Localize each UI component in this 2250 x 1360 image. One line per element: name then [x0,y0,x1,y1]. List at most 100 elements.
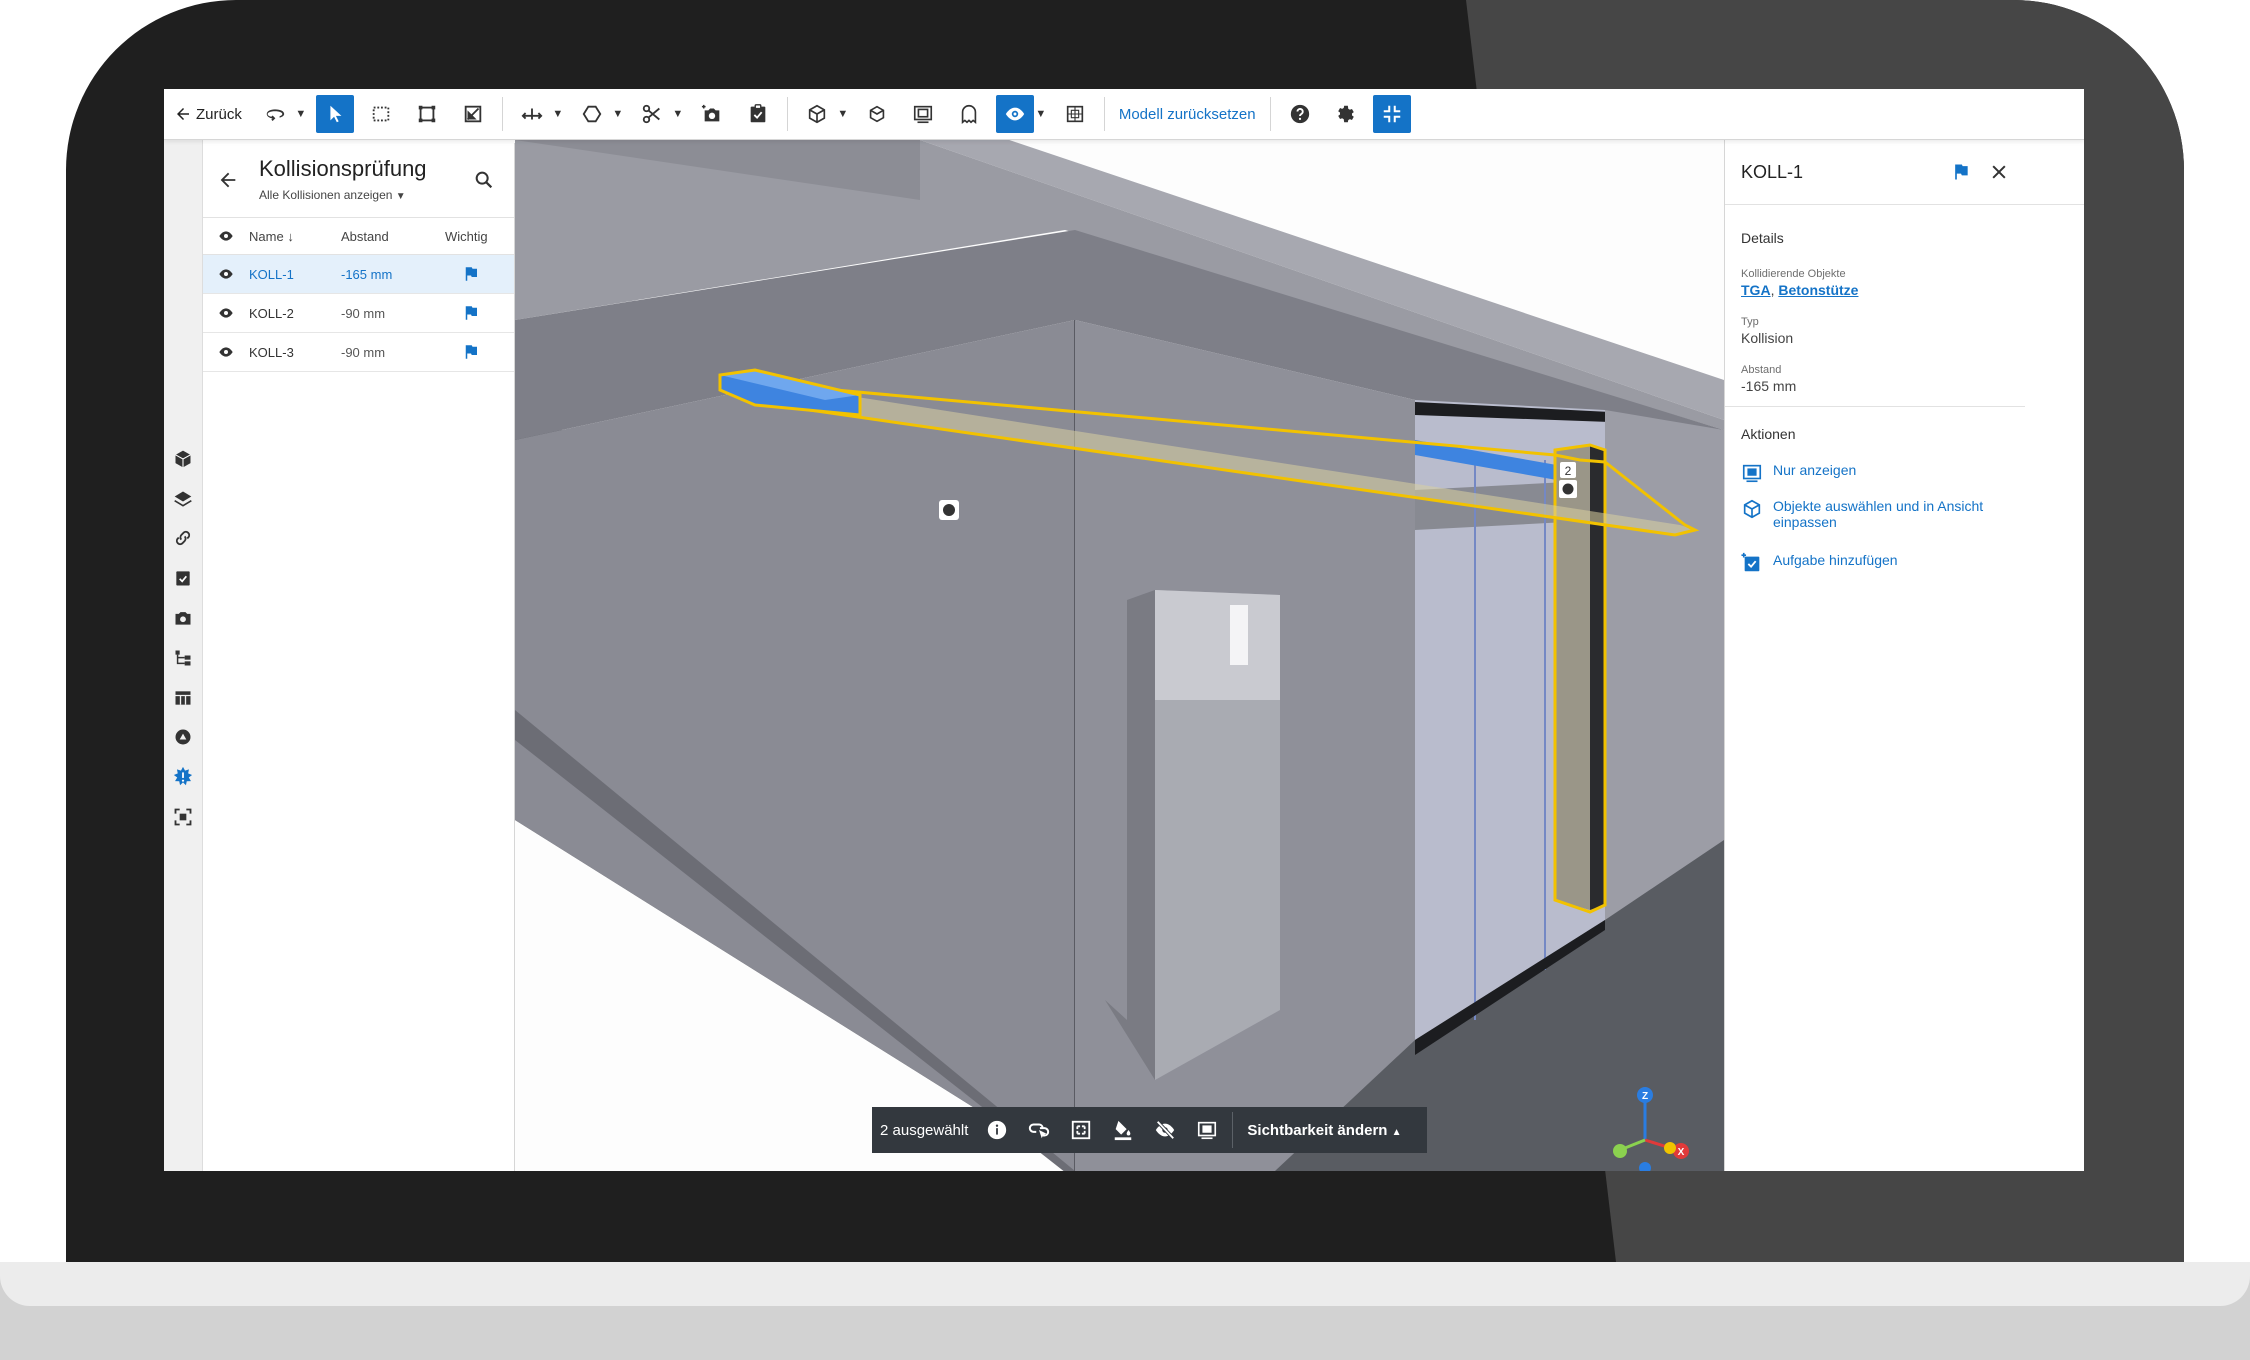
panel-back-button[interactable] [217,169,241,193]
settings-button[interactable] [1327,95,1365,133]
frame-select-button[interactable] [408,95,446,133]
view-cube-dropdown[interactable]: ▼ [836,95,850,133]
visibility-button[interactable] [995,95,1034,133]
orbit-button[interactable] [256,95,294,133]
render-mode-button[interactable] [1056,95,1094,133]
change-visibility-dropdown[interactable]: Sichtbarkeit ändern ▲ [1237,1122,1411,1139]
fit-selection-button[interactable] [1060,1119,1102,1141]
isolate-button[interactable] [904,95,942,133]
collision-name: KOLL-2 [249,305,294,321]
rail-snapshots[interactable] [171,606,195,630]
flag-icon [465,345,477,359]
select-and-fit-button[interactable]: Objekte auswählen und in Ansicht einpass… [1741,498,2021,530]
home-view-button[interactable] [858,95,896,133]
cut-dropdown[interactable]: ▼ [671,95,685,133]
colliding-object-link[interactable]: TGA [1741,282,1771,298]
rail-table[interactable] [171,686,195,710]
back-button[interactable]: Zurück [164,89,252,139]
3d-viewport[interactable]: 2 Z X [515,140,1724,1171]
collision-row[interactable]: KOLL-3 -90 mm [203,333,514,372]
link-cursor-icon [1029,1123,1050,1139]
info-button[interactable] [976,1119,1018,1141]
color-fill-button[interactable] [1102,1119,1144,1141]
orbit-dropdown[interactable]: ▼ [294,95,308,133]
distance-label: Abstand [1741,364,1782,376]
markup-dropdown[interactable]: ▼ [611,95,625,133]
measure-button[interactable] [513,95,551,133]
collapse-view-button[interactable] [1372,95,1411,133]
close-button[interactable] [1989,162,2009,182]
snapshot-button[interactable] [693,95,731,133]
row-visibility-toggle[interactable] [203,344,249,360]
rail-tasks[interactable] [171,566,195,590]
task-add-icon [1741,552,1760,572]
box-select-button[interactable] [362,95,400,133]
ghost-icon [961,104,977,124]
rail-hierarchy[interactable] [171,646,195,670]
column-name-header[interactable]: Name ↓ [249,229,341,244]
caret-down-icon: ▼ [395,191,406,202]
important-flag-toggle[interactable] [441,343,501,361]
fullscreen-exit-icon [1383,105,1400,123]
panel-divider [1725,406,2025,407]
help-button[interactable] [1281,95,1319,133]
eye-icon [219,269,233,279]
layers-icon [174,491,192,507]
rail-layers[interactable] [171,487,195,511]
column-distance-header[interactable]: Abstand [341,229,441,244]
panel-title: Kollisionsprüfung [259,156,427,181]
view-cube-button[interactable] [798,95,836,133]
circle [1664,1142,1676,1154]
important-flag-toggle[interactable] [441,304,501,322]
rail-collision-check[interactable] [171,765,195,789]
add-task-button[interactable]: Aufgabe hinzufügen [1741,552,2021,574]
window-light [1230,605,1248,665]
toolbar-separator [786,97,788,131]
table-icon [175,691,191,705]
flag-icon [465,267,477,281]
measure-dropdown[interactable]: ▼ [551,95,565,133]
eye-icon [219,308,233,318]
isolate-selection-button[interactable] [1186,1119,1228,1141]
hide-selection-button[interactable] [1144,1119,1186,1141]
section-button[interactable] [454,95,492,133]
collision-row[interactable]: KOLL-1 -165 mm [203,255,514,294]
details-heading: Details [1741,230,1784,246]
colliding-object-link[interactable]: Betonstütze [1778,282,1858,298]
cube-solid-icon [175,450,191,468]
colliding-objects-label: Kollidierende Objekte [1741,268,1846,280]
isolate-icon [1198,1121,1217,1140]
circle [1613,1144,1627,1158]
reset-model-button[interactable]: Modell zurücksetzen [1111,106,1264,123]
rail-model-tree[interactable] [171,447,195,471]
visibility-dropdown[interactable]: ▼ [1034,95,1048,133]
row-visibility-toggle[interactable] [203,305,249,321]
search-button[interactable] [473,169,495,191]
visibility-label: Sichtbarkeit ändern [1247,1121,1388,1139]
rail-fit-view[interactable] [171,805,195,829]
caret-up-icon: ▲ [1391,1126,1402,1138]
rail-properties[interactable] [171,725,195,749]
link-objects-button[interactable] [1018,1119,1060,1141]
rail-links[interactable] [171,526,195,550]
circle [943,504,955,516]
task-button[interactable] [739,95,777,133]
select-tool-button[interactable] [315,95,354,133]
markup-button[interactable] [573,95,611,133]
tree-icon [175,650,191,666]
important-flag-button[interactable] [1951,162,1971,182]
cut-button[interactable] [633,95,671,133]
cursor-icon [330,105,342,123]
column-important-header[interactable]: Wichtig [441,229,505,244]
show-only-button[interactable]: Nur anzeigen [1741,462,2021,484]
row-visibility-toggle[interactable] [203,266,249,282]
cube-fit-icon [1743,499,1761,519]
close-icon [1992,165,2006,179]
cube-icon [808,104,826,124]
collision-filter-dropdown[interactable]: Alle Kollisionen anzeigen ▼ [259,188,406,202]
collision-row[interactable]: KOLL-2 -90 mm [203,294,514,333]
important-flag-toggle[interactable] [441,265,501,283]
left-wall [515,320,1075,1171]
ghost-button[interactable] [950,95,988,133]
header-visibility-toggle[interactable] [203,228,249,244]
